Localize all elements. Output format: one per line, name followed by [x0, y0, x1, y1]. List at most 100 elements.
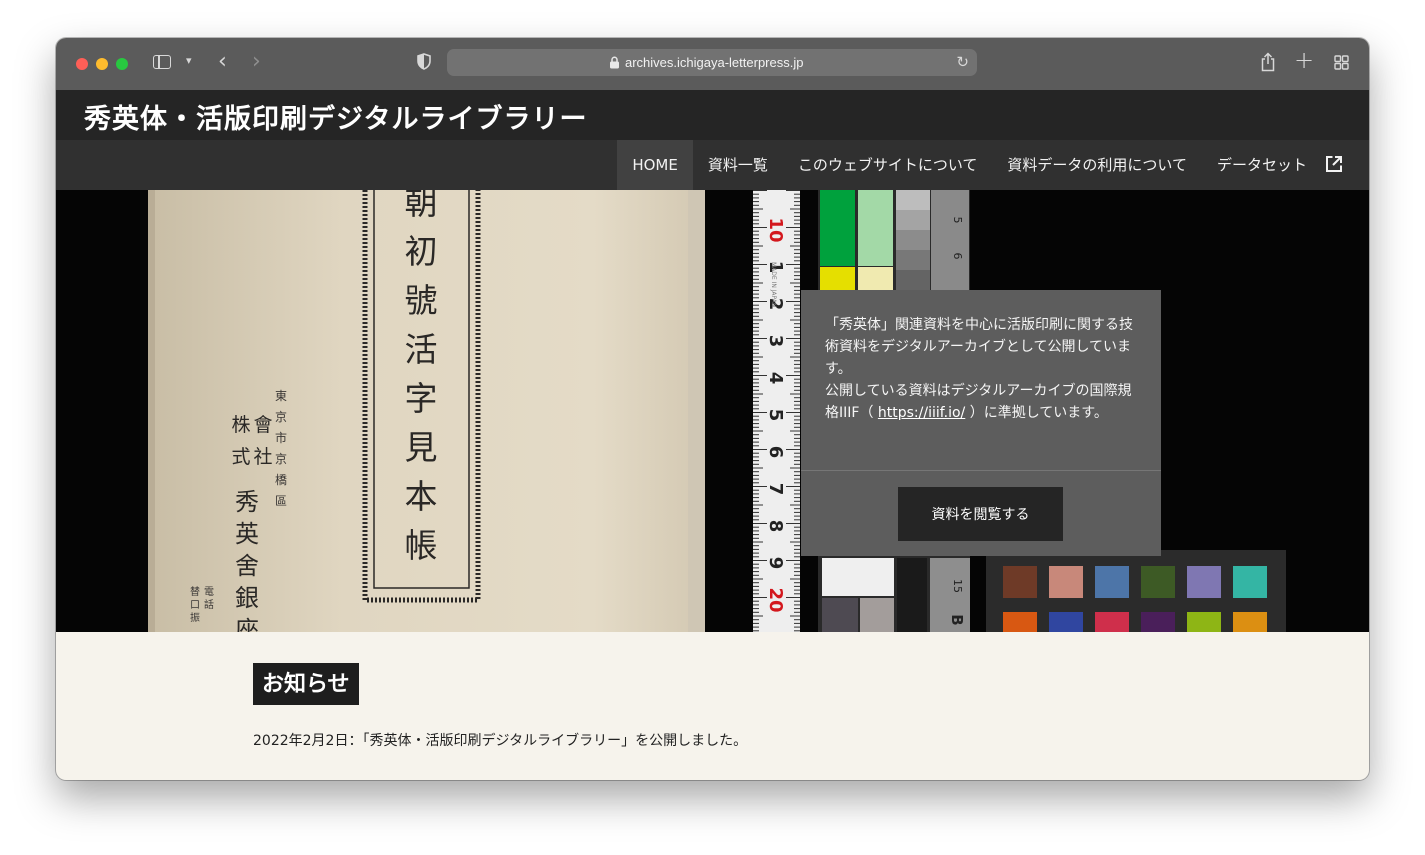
close-window-button[interactable]: [76, 58, 88, 70]
lock-icon: [610, 56, 619, 69]
ruler-tick: [794, 397, 800, 399]
ruler-tick: [786, 560, 800, 561]
ruler-tick: [753, 523, 767, 524]
minimize-window-button[interactable]: [96, 58, 108, 70]
ruler-tick: [790, 578, 800, 580]
ruler-tick: [753, 474, 759, 476]
color-patch: [1233, 566, 1267, 598]
ruler-tick: [794, 293, 800, 295]
ruler-tick: [794, 193, 800, 195]
ruler-tick: [794, 252, 800, 254]
color-patch: [1233, 612, 1267, 632]
forward-icon[interactable]: ›: [252, 49, 261, 74]
ruler-tick: [753, 267, 759, 269]
ruler-number: 4: [765, 372, 786, 385]
ruler-tick: [794, 297, 800, 299]
ruler-tick: [794, 230, 800, 232]
nav-data-usage[interactable]: 資料データの利用について: [992, 140, 1202, 190]
ruler-tick: [753, 289, 759, 291]
ruler-tick: [794, 530, 800, 532]
ruler-tick: [794, 223, 800, 225]
ruler-tick: [794, 537, 800, 539]
ruler-tick: [753, 441, 759, 443]
ruler-tick: [753, 537, 759, 539]
ruler-tick: [753, 245, 763, 247]
site-title[interactable]: 秀英体・活版印刷デジタルライブラリー: [84, 97, 587, 136]
ruler-tick: [753, 312, 759, 314]
ruler-tick: [794, 622, 800, 624]
ruler-number: 3: [765, 335, 786, 348]
ruler-tick: [794, 593, 800, 595]
ruler-tick: [753, 619, 759, 621]
iiif-link[interactable]: https://iiif.io/: [878, 405, 965, 421]
privacy-shield-icon[interactable]: [417, 53, 431, 70]
new-tab-icon[interactable]: +: [1294, 46, 1314, 74]
color-swatch: [820, 190, 855, 266]
ruler-tick: [753, 589, 759, 591]
color-swatch: [820, 267, 855, 291]
back-icon[interactable]: ‹: [218, 49, 227, 74]
color-patch: [1095, 612, 1129, 632]
ruler-tick: [753, 582, 759, 584]
gray-patch: [860, 598, 894, 632]
nav-about-website[interactable]: このウェブサイトについて: [783, 140, 993, 190]
sidebar-toggle-icon[interactable]: [153, 55, 171, 69]
ruler-tick: [753, 389, 759, 391]
ruler-tick: [753, 626, 759, 628]
ruler-tick: [794, 585, 800, 587]
ruler-tick: [794, 589, 800, 591]
ruler-tick: [753, 319, 763, 321]
tab-overview-icon[interactable]: [1334, 55, 1349, 70]
nav-home[interactable]: HOME: [617, 140, 693, 190]
ruler-tick: [794, 234, 800, 236]
ruler-tick: [753, 437, 759, 439]
gray-scale-number: 5: [951, 217, 964, 224]
ruler-tick: [786, 338, 800, 339]
ruler-tick: [753, 578, 763, 580]
ruler-tick: [794, 437, 800, 439]
ruler-tick: [794, 545, 800, 547]
ruler-tick: [753, 352, 759, 354]
share-icon[interactable]: [1259, 52, 1277, 72]
zoom-window-button[interactable]: [116, 58, 128, 70]
ruler-tick: [790, 430, 800, 432]
url-text: archives.ichigaya-letterpress.jp: [625, 55, 804, 70]
ruler-tick: [794, 619, 800, 621]
ruler-tick: [794, 497, 800, 499]
ruler-tick: [753, 282, 763, 284]
ruler-tick: [790, 615, 800, 617]
book-title-char: 帳: [405, 526, 438, 565]
ruler-tick: [753, 556, 759, 558]
ruler-tick: [753, 445, 759, 447]
ruler-tick: [753, 622, 759, 624]
book-title-char: 活: [405, 330, 438, 369]
ruler-tick: [753, 419, 759, 421]
nav-materials-list[interactable]: 資料一覧: [693, 140, 783, 190]
ruler-tick: [753, 456, 759, 458]
browse-materials-button[interactable]: 資料を閲覧する: [898, 487, 1063, 541]
nav-dataset[interactable]: データセット: [1202, 140, 1369, 190]
ruler-tick: [753, 545, 759, 547]
ruler-tick: [753, 382, 759, 384]
ruler-tick: [794, 352, 800, 354]
ruler-tick: [794, 308, 800, 310]
book-publisher-char: 座: [235, 616, 259, 632]
reload-icon[interactable]: ↻: [956, 53, 969, 71]
ruler-tick: [753, 271, 759, 273]
ruler-tick: [794, 508, 800, 510]
ruler-tick: [794, 275, 800, 277]
ruler-tick: [753, 315, 759, 317]
type-specimen-photo: 朝初號活字見本帳 東京市京橋區 株會式 社秀英舍銀座 電話振替口 10123456…: [148, 190, 1286, 632]
white-patch: [822, 558, 894, 596]
ruler-tick: [753, 286, 759, 288]
book-address-char: 京: [275, 410, 287, 424]
address-bar[interactable]: archives.ichigaya-letterpress.jp ↻: [447, 49, 977, 76]
ruler-tick: [794, 215, 800, 217]
ruler-tick: [753, 508, 759, 510]
ruler-tick: [753, 330, 759, 332]
ruler-tick: [790, 245, 800, 247]
book-address-char: 區: [275, 494, 287, 508]
chevron-down-icon[interactable]: ▾: [186, 54, 192, 67]
intro-paragraph-1: 「秀英体」関連資料を中心に活版印刷に関する技術資料をデジタルアーカイブとして公開…: [825, 317, 1133, 377]
ruler-tick: [794, 452, 800, 454]
